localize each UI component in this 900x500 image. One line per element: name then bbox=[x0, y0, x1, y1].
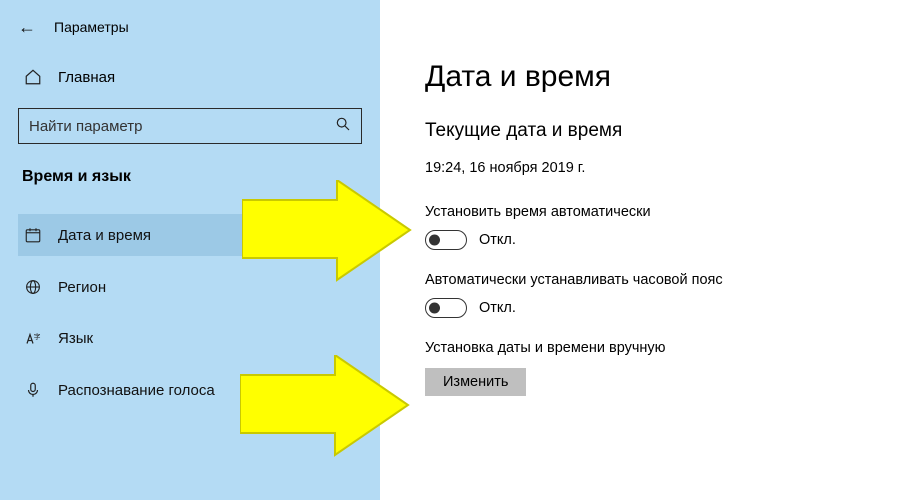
sidebar-item-speech[interactable]: Распознавание голоса bbox=[18, 369, 362, 411]
toggle-state: Откл. bbox=[479, 300, 516, 316]
toggle-state: Откл. bbox=[479, 232, 516, 248]
sidebar-item-label: Регион bbox=[58, 279, 106, 296]
svg-text:字: 字 bbox=[34, 332, 41, 341]
page-title: Дата и время bbox=[425, 60, 870, 94]
sidebar-item-label: Язык bbox=[58, 330, 93, 347]
search-input[interactable] bbox=[29, 118, 335, 135]
setting-label: Автоматически устанавливать часовой пояс bbox=[425, 272, 870, 288]
sidebar-item-label: Распознавание голоса bbox=[58, 382, 215, 399]
back-icon[interactable]: ← bbox=[18, 18, 36, 36]
toggle-auto-time[interactable] bbox=[425, 230, 467, 250]
sidebar-item-label: Дата и время bbox=[58, 227, 151, 244]
current-datetime-heading: Текущие дата и время bbox=[425, 120, 870, 142]
nav-home[interactable]: Главная bbox=[18, 64, 362, 90]
sidebar-item-region[interactable]: Регион bbox=[18, 266, 362, 308]
language-icon: 字 bbox=[24, 331, 42, 347]
sidebar-item-datetime[interactable]: Дата и время bbox=[18, 214, 362, 256]
sidebar-nav: Дата и время Регион 字 Язык bbox=[18, 214, 362, 411]
nav-home-label: Главная bbox=[58, 69, 115, 86]
setting-label: Установить время автоматически bbox=[425, 204, 870, 220]
setting-manual-datetime: Установка даты и времени вручную Изменит… bbox=[425, 340, 870, 396]
search-box[interactable] bbox=[18, 108, 362, 144]
setting-auto-timezone: Автоматически устанавливать часовой пояс… bbox=[425, 272, 870, 318]
home-icon bbox=[24, 68, 42, 86]
toggle-auto-timezone[interactable] bbox=[425, 298, 467, 318]
section-title: Время и язык bbox=[18, 168, 362, 186]
sidebar-item-language[interactable]: 字 Язык bbox=[18, 318, 362, 359]
sidebar: ← Параметры Главная Время и язык Дата и … bbox=[0, 0, 380, 500]
sidebar-header: ← Параметры bbox=[18, 18, 362, 36]
main-content: Дата и время Текущие дата и время 19:24,… bbox=[380, 0, 900, 500]
setting-label: Установка даты и времени вручную bbox=[425, 340, 870, 356]
setting-auto-time: Установить время автоматически Откл. bbox=[425, 204, 870, 250]
calendar-clock-icon bbox=[24, 226, 42, 244]
current-datetime-value: 19:24, 16 ноября 2019 г. bbox=[425, 160, 870, 176]
search-icon bbox=[335, 116, 351, 136]
globe-icon bbox=[24, 278, 42, 296]
window-title: Параметры bbox=[54, 19, 129, 35]
microphone-icon bbox=[24, 381, 42, 399]
change-button[interactable]: Изменить bbox=[425, 368, 526, 396]
